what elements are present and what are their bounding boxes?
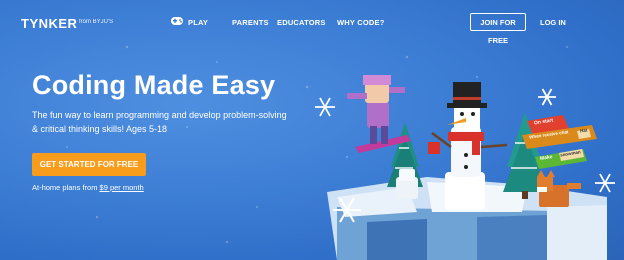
hero-title: Coding Made Easy [32, 70, 276, 100]
get-started-button[interactable]: GET STARTED FOR FREE [32, 153, 146, 176]
hero-subtitle: The fun way to learn programming and dev… [32, 110, 287, 134]
bear-character [396, 169, 418, 199]
top-nav: TYNKER from BYJU'S PLAY PARENTS EDUCATOR… [7, 7, 624, 45]
pricing-prefix: At-home plans from [32, 183, 100, 192]
log-in-link[interactable]: LOG IN [540, 18, 566, 27]
nav-educators[interactable]: EDUCATORS [277, 18, 326, 27]
snowboarder-character [347, 75, 411, 153]
gamepad-icon[interactable] [170, 16, 184, 26]
gift-box [428, 142, 440, 154]
tynker-logo[interactable]: TYNKER [21, 16, 77, 31]
code-block-hat: Hat [579, 127, 588, 134]
pricing-link[interactable]: $9 per month [100, 183, 144, 192]
hero-banner: On start When receive chat Hat Make snow… [7, 7, 624, 260]
snowflake-right [595, 173, 615, 193]
nav-play[interactable]: PLAY [188, 18, 208, 27]
join-for-free-button[interactable]: JOIN FOR FREE [470, 13, 526, 45]
pricing-note: At-home plans from $9 per month [32, 183, 144, 192]
logo-byline: from BYJU'S [79, 19, 114, 25]
nav-parents[interactable]: PARENTS [232, 18, 269, 27]
nav-why-code[interactable]: WHY CODE? [337, 18, 385, 27]
snowflake-topright [538, 88, 556, 106]
snowflake-left [315, 97, 335, 117]
